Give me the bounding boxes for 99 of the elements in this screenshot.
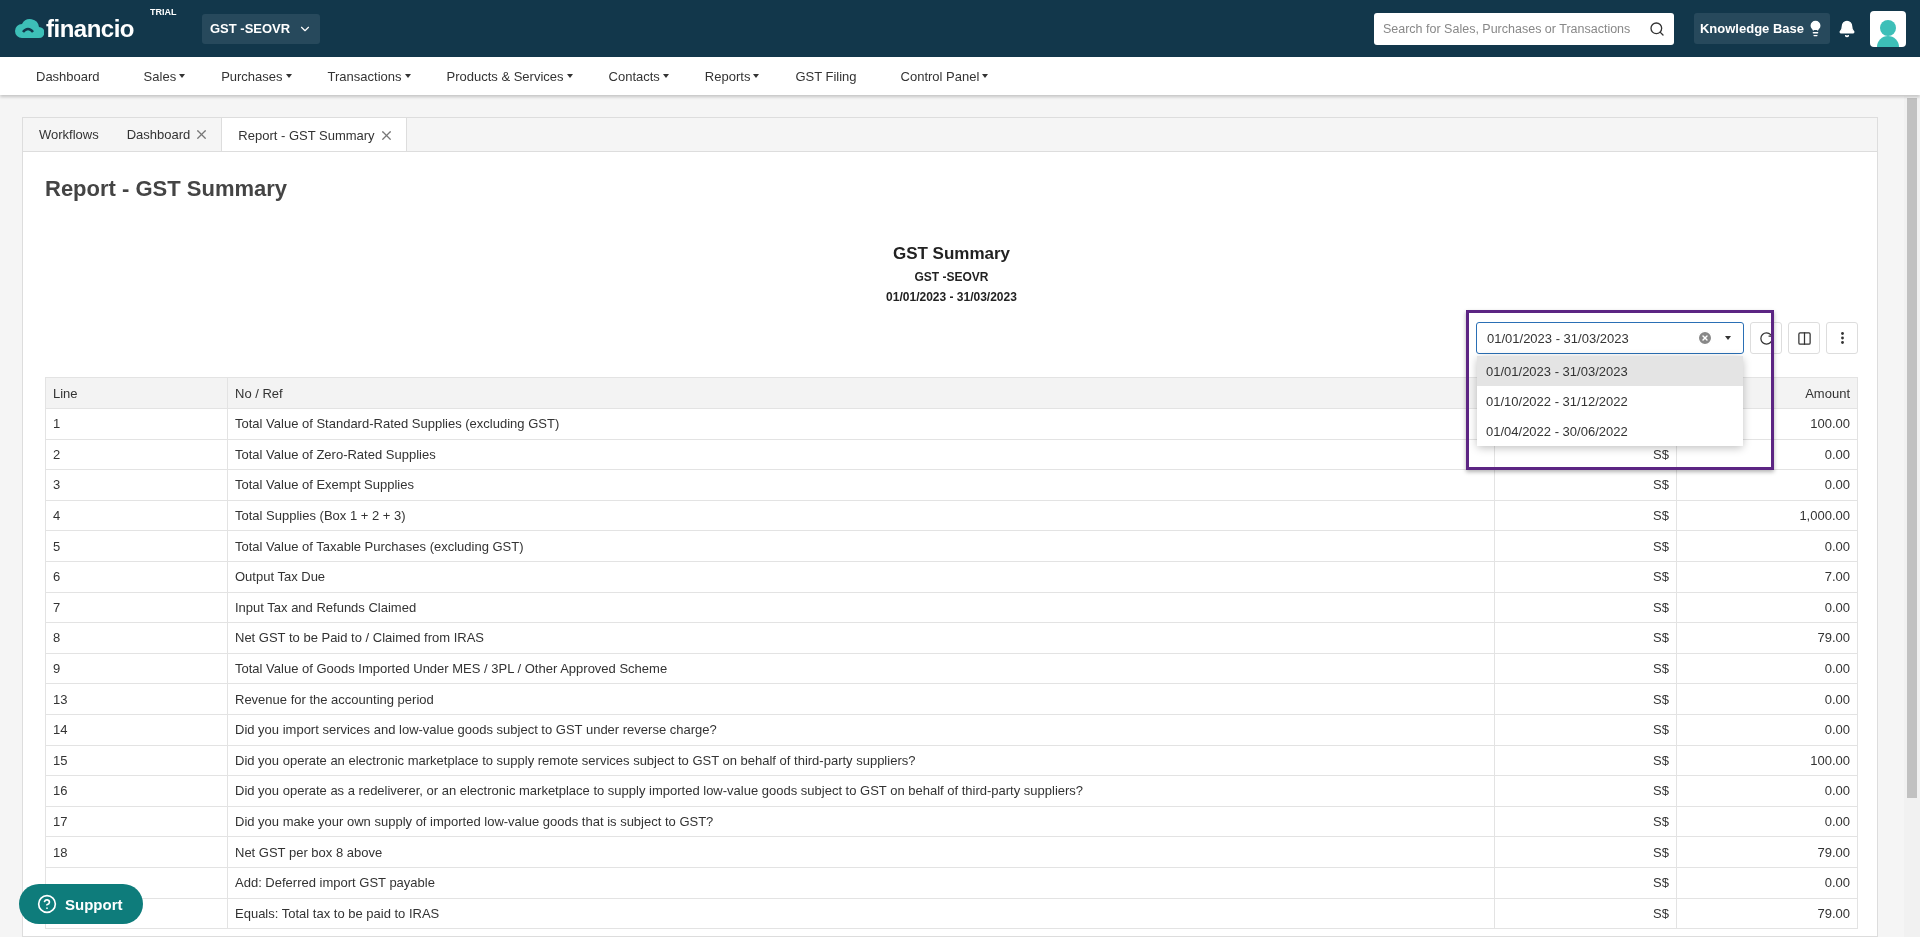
period-select[interactable]: 01/01/2023 - 31/03/2023 bbox=[1476, 322, 1744, 354]
table-cell: 4 bbox=[45, 500, 228, 531]
report-period: 01/01/2023 - 31/03/2023 bbox=[886, 290, 1017, 304]
table-cell: Did you operate as a redeliverer, or an electronic marketplace to supply imported low-value goods subject to GST on behalf of third-party suppliers? bbox=[227, 775, 1495, 807]
clear-icon[interactable] bbox=[1697, 330, 1713, 346]
table-cell: Did you make your own supply of imported low-value goods that is subject to GST? bbox=[227, 806, 1495, 837]
table-cell: 1,000.00 bbox=[1676, 500, 1858, 531]
avatar[interactable] bbox=[1870, 10, 1906, 47]
table-cell: 18 bbox=[45, 836, 228, 868]
columns-icon bbox=[1796, 330, 1812, 346]
table-cell: Did you operate an electronic marketplace to supply remote services subject to GST on behalf of third-party suppliers? bbox=[227, 745, 1495, 776]
search-icon[interactable] bbox=[1648, 20, 1665, 37]
table-cell: S$ bbox=[1494, 806, 1677, 837]
table-cell: S$ bbox=[1494, 561, 1677, 593]
report-company: GST -SEOVR bbox=[914, 270, 989, 284]
columns-button[interactable] bbox=[1788, 322, 1820, 354]
table-cell: Net GST to be Paid to / Claimed from IRAS bbox=[227, 622, 1495, 654]
report-title: GST Summary bbox=[892, 244, 1011, 264]
menu-item[interactable]: Control Panel bbox=[886, 68, 1003, 84]
table-cell: S$ bbox=[1494, 653, 1677, 684]
page-title: Report - GST Summary bbox=[45, 176, 289, 202]
tab[interactable]: Dashboard bbox=[110, 118, 222, 151]
table-cell: 1 bbox=[45, 408, 228, 440]
table-cell: Total Value of Exempt Supplies bbox=[227, 469, 1495, 501]
table-cell: 0.00 bbox=[1676, 806, 1858, 837]
cloud-logo-icon bbox=[14, 17, 44, 40]
table-cell: 15 bbox=[45, 745, 228, 776]
table-cell: Revenue for the accounting period bbox=[227, 683, 1495, 715]
tab[interactable]: Report - GST Summary bbox=[221, 118, 407, 152]
table-cell: Add: Deferred import GST payable bbox=[227, 867, 1495, 898]
notifications-icon[interactable] bbox=[1838, 19, 1856, 38]
table-cell: 2 bbox=[45, 439, 228, 470]
table-cell: S$ bbox=[1494, 530, 1677, 562]
table-cell: 0.00 bbox=[1676, 653, 1858, 684]
menu-item[interactable]: Transactions bbox=[313, 68, 425, 84]
more-icon bbox=[1840, 332, 1844, 344]
period-option[interactable]: 01/01/2023 - 31/03/2023 bbox=[1477, 356, 1743, 386]
menu-item[interactable]: Contacts bbox=[594, 68, 683, 84]
menu-item[interactable]: Products & Services bbox=[432, 68, 587, 84]
table-cell: Net GST per box 8 above bbox=[227, 836, 1495, 868]
table-cell: Total Supplies (Box 1 + 2 + 3) bbox=[227, 500, 1495, 531]
refresh-button[interactable] bbox=[1750, 322, 1782, 354]
table-cell: 7.00 bbox=[1676, 561, 1858, 593]
search-field[interactable]: Search for Sales, Purchases or Transactions bbox=[1373, 12, 1674, 45]
company-selector[interactable]: GST -SEOVR bbox=[202, 13, 321, 44]
table-cell: S$ bbox=[1494, 867, 1677, 898]
table-cell: S$ bbox=[1494, 683, 1677, 715]
table-cell: 5 bbox=[45, 530, 228, 562]
caret-icon bbox=[1725, 336, 1731, 340]
table-cell: 7 bbox=[45, 592, 228, 623]
table-cell: S$ bbox=[1494, 775, 1677, 807]
table-cell: 16 bbox=[45, 775, 228, 807]
table-cell: Equals: Total tax to be paid to IRAS bbox=[227, 898, 1495, 929]
table-cell: 79.00 bbox=[1676, 836, 1858, 868]
table-cell: 0.00 bbox=[1676, 530, 1858, 562]
menu-item[interactable]: Reports bbox=[690, 68, 774, 84]
support-button[interactable]: Support bbox=[19, 884, 143, 924]
period-option[interactable]: 01/04/2022 - 30/06/2022 bbox=[1477, 416, 1743, 446]
table-cell: Total Value of Taxable Purchases (excluding GST) bbox=[227, 530, 1495, 562]
menu-item[interactable]: GST Filing bbox=[781, 68, 871, 84]
menu-item[interactable]: Purchases bbox=[207, 68, 306, 84]
period-option[interactable]: 01/10/2022 - 31/12/2022 bbox=[1477, 386, 1743, 416]
table-cell: 0.00 bbox=[1676, 867, 1858, 898]
scrollbar-thumb[interactable] bbox=[1907, 98, 1917, 798]
table-cell: 0.00 bbox=[1676, 469, 1858, 501]
table-cell: 6 bbox=[45, 561, 228, 593]
table-cell: 0.00 bbox=[1676, 775, 1858, 807]
tab[interactable]: Workflows bbox=[23, 118, 111, 151]
table-cell: 9 bbox=[45, 653, 228, 684]
table-cell: 3 bbox=[45, 469, 228, 501]
table-cell: S$ bbox=[1494, 745, 1677, 776]
table-cell: 14 bbox=[45, 714, 228, 746]
table-cell: 0.00 bbox=[1676, 683, 1858, 715]
table-cell: 100.00 bbox=[1676, 745, 1858, 776]
table-cell: 0.00 bbox=[1676, 592, 1858, 623]
table-cell: 8 bbox=[45, 622, 228, 654]
knowledge-base-button[interactable]: Knowledge Base bbox=[1693, 13, 1830, 44]
table-cell: S$ bbox=[1494, 714, 1677, 746]
table-cell: S$ bbox=[1494, 592, 1677, 623]
table-cell: S$ bbox=[1494, 836, 1677, 868]
table-cell: S$ bbox=[1494, 898, 1677, 929]
table-cell: 79.00 bbox=[1676, 898, 1858, 929]
table-cell: 79.00 bbox=[1676, 622, 1858, 654]
table-cell: S$ bbox=[1494, 622, 1677, 654]
brand-name: financio bbox=[46, 14, 134, 43]
help-icon bbox=[37, 894, 57, 914]
table-cell: S$ bbox=[1494, 500, 1677, 531]
trial-label: TRIAL bbox=[150, 6, 177, 17]
table-cell: 0.00 bbox=[1676, 714, 1858, 746]
table-cell: 13 bbox=[45, 683, 228, 715]
table-cell: 17 bbox=[45, 806, 228, 837]
menu-item[interactable]: Dashboard bbox=[22, 68, 114, 84]
menu-item[interactable]: Sales bbox=[129, 68, 200, 84]
table-cell: S$ bbox=[1494, 469, 1677, 501]
table-cell: Total Value of Goods Imported Under MES / 3PL / Other Approved Scheme bbox=[227, 653, 1495, 684]
column-header: Line bbox=[45, 377, 228, 409]
table-cell: Input Tax and Refunds Claimed bbox=[227, 592, 1495, 623]
table-cell: Did you import services and low-value goods subject to GST under reverse charge? bbox=[227, 714, 1495, 746]
table-cell: Output Tax Due bbox=[227, 561, 1495, 593]
